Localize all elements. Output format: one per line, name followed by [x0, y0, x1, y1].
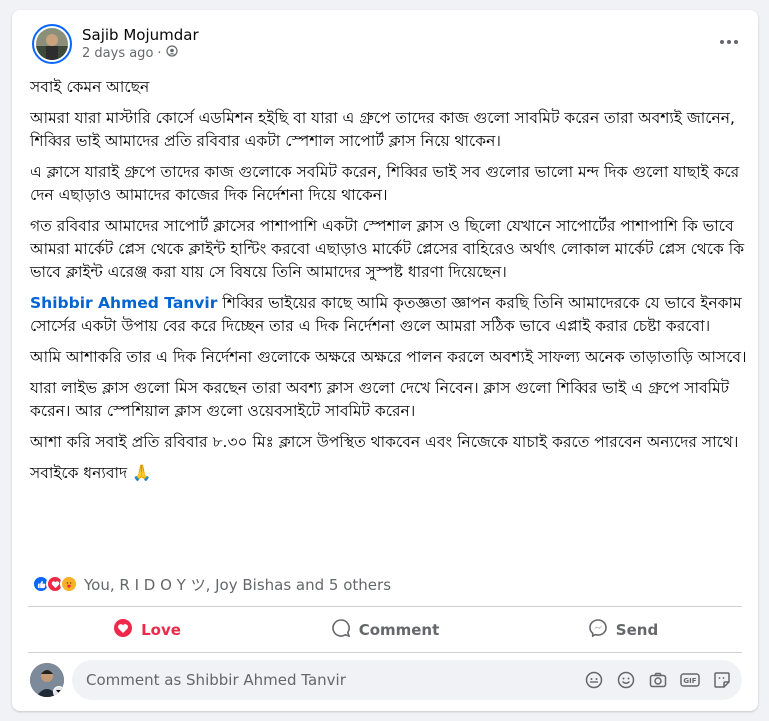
post-paragraph: সবাইকে ধন্যবাদ 🙏	[30, 462, 748, 485]
post-card: Sajib Mojumdar 2 days ago · সবাই কেমন আছ…	[12, 10, 758, 711]
post-paragraph: আমি আশাকরি তার এ দিক নির্দেশনা গুলোকে অক…	[30, 348, 747, 366]
divider	[28, 606, 742, 607]
avatar-sticker-icon[interactable]	[584, 670, 604, 690]
send-button[interactable]: Send	[504, 612, 742, 648]
post-time[interactable]: 2 days ago	[82, 45, 153, 63]
post-paragraph: Shibbir Ahmed Tanvir শিব্বির ভাইয়ের কাছ…	[30, 292, 748, 338]
dot-separator: ·	[157, 46, 162, 61]
commenter-avatar[interactable]	[30, 663, 64, 697]
post-header: Sajib Mojumdar 2 days ago ·	[32, 22, 199, 66]
closing-text: সবাইকে ধন্যবাদ	[30, 464, 128, 482]
post-paragraph: যারা লাইভ ক্লাস গুলো মিস করছেন তারা অবশ্…	[30, 379, 730, 420]
divider	[28, 652, 742, 653]
post-paragraph: আশা করি সবাই প্রতি রবিবার ৮.৩০ মিঃ ক্লাস…	[30, 433, 739, 451]
love-label: Love	[141, 621, 181, 639]
comment-composer: Comment as Shibbir Ahmed Tanvir GIF	[30, 660, 742, 700]
comment-button[interactable]: Comment	[266, 612, 504, 648]
post-paragraph: আমরা যারা মাস্টারি কোর্সে এডমিশন হইছি বা…	[30, 109, 735, 150]
globe-icon	[165, 45, 178, 63]
reaction-summary[interactable]: You, R I D O Y ツ, Joy Bishas and 5 other…	[32, 573, 391, 595]
comment-label: Comment	[358, 621, 440, 639]
comment-icon	[331, 618, 351, 642]
post-paragraph: এ ক্লাসে যারাই গ্রুপে তাদের কাজ গুলোকে স…	[30, 163, 740, 204]
camera-icon[interactable]	[648, 670, 668, 690]
love-icon	[113, 618, 133, 642]
post-body: সবাই কেমন আছেন আমরা যারা মাস্টারি কোর্সে…	[30, 76, 748, 493]
mention-link[interactable]: Shibbir Ahmed Tanvir	[30, 294, 217, 312]
author-name[interactable]: Sajib Mojumdar	[82, 25, 199, 45]
reaction-names[interactable]: You, R I D O Y ツ, Joy Bishas and 5 other…	[84, 574, 391, 595]
comment-input[interactable]: Comment as Shibbir Ahmed Tanvir GIF	[72, 660, 742, 700]
messenger-icon	[588, 618, 608, 642]
more-options-icon[interactable]	[714, 30, 744, 54]
gif-icon[interactable]: GIF	[680, 670, 700, 690]
sticker-icon[interactable]	[712, 670, 732, 690]
emoji-icon[interactable]	[616, 670, 636, 690]
chevron-down-icon[interactable]	[53, 686, 64, 697]
send-label: Send	[615, 621, 659, 639]
folded-hands-emoji: 🙏	[132, 464, 152, 482]
love-button[interactable]: Love	[28, 612, 266, 648]
author-avatar[interactable]	[32, 24, 72, 64]
post-paragraph: গত রবিবার আমাদের সাপোর্ট ক্লাসের পাশাপাশ…	[30, 217, 745, 281]
care-icon	[60, 575, 78, 593]
post-actions: Love Comment Send	[28, 612, 742, 648]
svg-text:GIF: GIF	[683, 677, 696, 685]
comment-placeholder: Comment as Shibbir Ahmed Tanvir	[86, 671, 346, 689]
post-paragraph: সবাই কেমন আছেন	[30, 78, 150, 96]
